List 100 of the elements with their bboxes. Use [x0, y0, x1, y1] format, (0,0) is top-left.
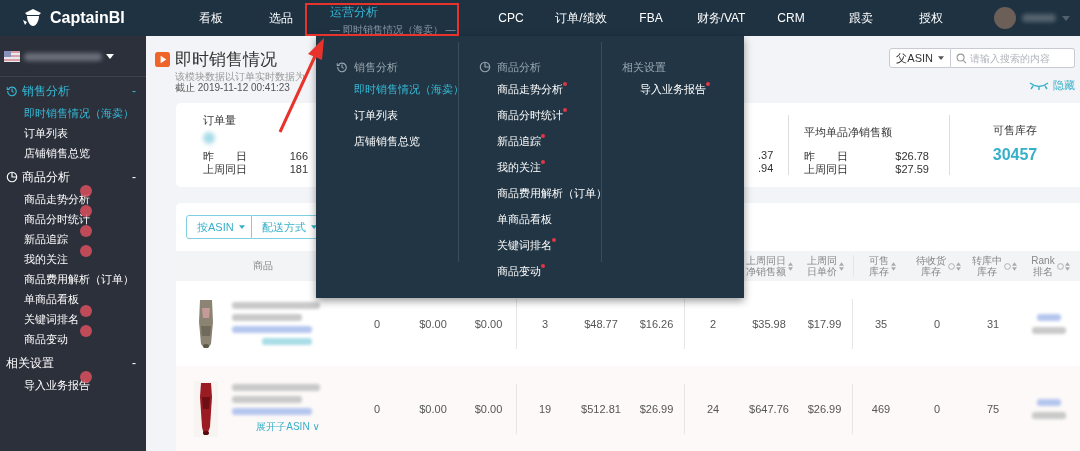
help-icon: [1003, 262, 1011, 270]
nav-tab[interactable]: 订单/绩效: [546, 0, 616, 36]
table-cell-text: 0: [372, 316, 382, 332]
nav-tab[interactable]: 看板: [176, 0, 246, 36]
nav-tab[interactable]: 选品: [246, 0, 316, 36]
table-cell-text: 75: [985, 401, 1001, 417]
column-header: 商品: [252, 260, 273, 271]
sidebar-item[interactable]: 商品走势分析: [24, 191, 90, 207]
menu-item[interactable]: 商品费用解析（订单）: [497, 187, 607, 201]
stat-row-label: 上周同日: [804, 163, 848, 176]
flag-icon: [4, 51, 20, 62]
menu-item[interactable]: 关键词排名: [497, 239, 552, 253]
stat-row-value: 166: [289, 150, 308, 163]
sort-icon[interactable]: [955, 261, 961, 271]
logo-text: CaptainBI: [50, 9, 125, 27]
table-cell-text: 2: [708, 316, 718, 332]
stat-label: 订单量: [203, 113, 237, 128]
blurred-rank: [1037, 313, 1061, 321]
column-header: 可售库存: [868, 255, 890, 277]
search-field[interactable]: 请输入搜索的内容: [951, 48, 1075, 68]
caret-icon: [1062, 15, 1070, 21]
sidebar-item[interactable]: 商品变动: [24, 331, 68, 347]
nav-tab[interactable]: CRM: [756, 0, 826, 36]
menu-item[interactable]: 店铺销售总览: [354, 135, 420, 149]
sidebar-item[interactable]: 关键词排名: [24, 311, 79, 327]
table-cell-text: $0.00: [418, 316, 448, 332]
pie-chart-icon: [6, 171, 18, 183]
menu-item[interactable]: 商品变动: [497, 265, 541, 279]
sidebar-item[interactable]: 即时销售情况（海卖）: [24, 105, 134, 121]
table-cell-text: 19: [537, 401, 553, 417]
table-cell-text: $35.98: [751, 316, 787, 332]
blurred-value: [203, 132, 215, 144]
table-cell-text: 469: [870, 401, 892, 417]
sort-icon[interactable]: [1011, 261, 1017, 271]
column-header: Rank排名: [1030, 255, 1056, 277]
nav-tab[interactable]: CPC: [476, 0, 546, 36]
column-header: 转库中库存: [971, 255, 1003, 277]
stat-label: 可售库存: [993, 123, 1037, 138]
closed-eye-icon: [1029, 80, 1049, 91]
help-icon: [1057, 262, 1064, 270]
blurred-product-name: [232, 395, 302, 403]
blurred-category: [1032, 411, 1066, 419]
asin-select[interactable]: 父ASIN: [889, 48, 951, 68]
menu-item[interactable]: 我的关注: [497, 161, 541, 175]
sidebar-item[interactable]: 新品追踪: [24, 231, 68, 247]
nav-tab[interactable]: 跟卖: [826, 0, 896, 36]
column-header: 上周同日单价: [806, 255, 838, 277]
search-icon: [956, 52, 967, 64]
history-icon: [336, 61, 348, 73]
stat-row-label: 昨 日: [804, 150, 848, 163]
stat-row-value: $26.78: [895, 150, 929, 163]
nav-tab[interactable]: FBA: [616, 0, 686, 36]
nav-tab[interactable]: 运营分析 — 即时销售情况（海卖） —: [316, 0, 476, 36]
stat-row-value: .94: [758, 162, 775, 175]
table-cell-text: $48.77: [583, 316, 619, 332]
table-cell: $0.00: [461, 383, 517, 434]
sort-icon[interactable]: [787, 261, 793, 271]
sidebar-item[interactable]: 商品分时统计: [24, 211, 90, 227]
sort-icon[interactable]: [838, 261, 844, 271]
history-icon: [6, 85, 18, 97]
menu-item[interactable]: 导入业务报告: [640, 83, 706, 97]
avatar[interactable]: [994, 7, 1016, 29]
menu-item[interactable]: 单商品看板: [497, 213, 552, 227]
table-cell-text: 0: [932, 316, 942, 332]
table-cell: $26.99: [797, 383, 853, 434]
sidebar-section-header[interactable]: 销售分析 -: [0, 79, 146, 103]
stat-row-value: $27.59: [895, 163, 929, 176]
sidebar-item[interactable]: 商品费用解析（订单）: [24, 271, 134, 287]
sidebar-section-header[interactable]: 相关设置 -: [0, 351, 146, 375]
menu-item[interactable]: 即时销售情况（海卖）: [354, 83, 464, 97]
stat-row-label: 上周同日: [203, 163, 247, 176]
stock-value: 30457: [992, 146, 1038, 164]
menu-group-title: 相关设置: [622, 59, 666, 75]
table-cell-text: 24: [705, 401, 721, 417]
sort-icon[interactable]: [890, 261, 896, 271]
menu-item[interactable]: 新品追踪: [497, 135, 541, 149]
blurred-rank: [1037, 398, 1061, 406]
sidebar-item[interactable]: 导入业务报告: [24, 377, 90, 393]
menu-item[interactable]: 订单列表: [354, 109, 398, 123]
stat-row-value: 181: [289, 163, 308, 176]
table-cell-text: 3: [540, 316, 550, 332]
stat-row-value: .37: [758, 149, 775, 162]
stat-row-label: 昨 日: [203, 150, 247, 163]
page-title: 即时销售情况: [175, 49, 277, 71]
sidebar-item[interactable]: 店铺销售总览: [24, 145, 90, 161]
nav-tab[interactable]: 授权: [896, 0, 966, 36]
table-cell: $26.99: [629, 383, 685, 434]
stat-label: 平均单品净销售额: [804, 125, 893, 140]
sidebar-item[interactable]: 订单列表: [24, 125, 68, 141]
sidebar-item[interactable]: 单商品看板: [24, 291, 79, 307]
sidebar-item[interactable]: 我的关注: [24, 251, 68, 267]
menu-item[interactable]: 商品分时统计: [497, 109, 563, 123]
update-time: 截止 2019-11-12 00:41:23: [175, 82, 290, 93]
sort-icon[interactable]: [1065, 261, 1070, 271]
table-cell-text: 0: [932, 401, 942, 417]
blurred-category: [1032, 326, 1066, 334]
nav-tab[interactable]: 财务/VAT: [686, 0, 756, 36]
menu-item[interactable]: 商品走势分析: [497, 83, 563, 97]
table-cell-text: 31: [985, 316, 1001, 332]
sidebar-section-header[interactable]: 商品分析 -: [0, 165, 146, 189]
